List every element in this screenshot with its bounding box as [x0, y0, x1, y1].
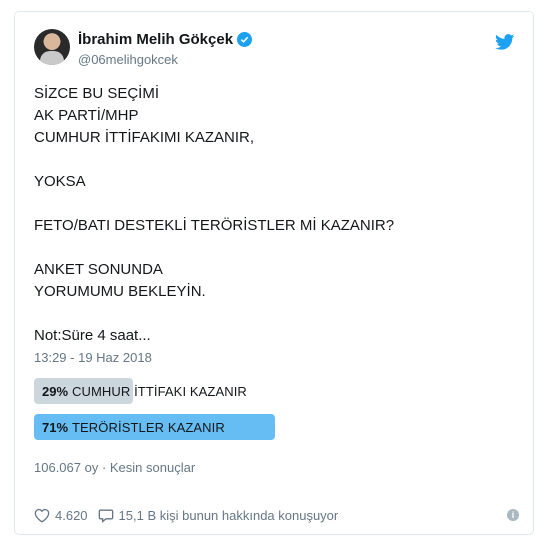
- poll: 29% CUMHUR İTTİFAKI KAZANIR 71% TERÖRİST…: [34, 378, 374, 450]
- author-handle[interactable]: @06melihgokcek: [78, 52, 178, 67]
- tweet-line: CUMHUR İTTİFAKIMI KAZANIR,: [34, 129, 255, 146]
- like-count: 4.620: [55, 508, 88, 523]
- twitter-bird-icon[interactable]: [495, 34, 515, 50]
- tweet-text: SİZCE BU SEÇİMİ AK PARTİ/MHP CUMHUR İTTİ…: [34, 84, 514, 348]
- conversation-button[interactable]: 15,1 B kişi bunun hakkında konuşuyor: [98, 508, 339, 523]
- avatar[interactable]: [34, 29, 70, 65]
- tweet-line: YOKSA: [34, 173, 86, 190]
- poll-stats: 106.067 oy · Kesin sonuçlar: [34, 460, 196, 475]
- talking-count: 15,1 B kişi bunun hakkında konuşuyor: [118, 508, 339, 523]
- heart-icon: [34, 508, 50, 523]
- tweet-card: İbrahim Melih Gökçek @06melihgokcek SİZC…: [14, 11, 534, 535]
- author-name-row[interactable]: İbrahim Melih Gökçek: [78, 31, 253, 48]
- tweet-actions: 4.620 15,1 B kişi bunun hakkında konuşuy…: [34, 508, 348, 523]
- poll-option-label: CUMHUR İTTİFAKI KAZANIR: [72, 383, 247, 399]
- author-display-name[interactable]: İbrahim Melih Gökçek: [78, 31, 233, 48]
- like-button[interactable]: 4.620: [34, 508, 88, 523]
- poll-percent: 29%: [42, 383, 69, 399]
- poll-option: 29% CUMHUR İTTİFAKI KAZANIR: [34, 378, 374, 404]
- comment-icon: [98, 509, 113, 523]
- tweet-timestamp[interactable]: 13:29 - 19 Haz 2018: [34, 350, 152, 365]
- tweet-line: FETO/BATI DESTEKLİ TERÖRİSTLER Mİ KAZANI…: [34, 217, 395, 234]
- tweet-line: SİZCE BU SEÇİMİ: [34, 85, 160, 102]
- tweet-line: AK PARTİ/MHP: [34, 107, 139, 124]
- tweet-line: YORUMUMU BEKLEYİN.: [34, 283, 206, 300]
- poll-option-label: TERÖRİSTLER KAZANIR: [72, 419, 225, 435]
- tweet-line: Not:Süre 4 saat...: [34, 327, 151, 344]
- poll-percent: 71%: [42, 419, 69, 435]
- verified-badge-icon: [237, 32, 253, 47]
- poll-option: 71% TERÖRİSTLER KAZANIR: [34, 414, 374, 440]
- tweet-line: ANKET SONUNDA: [34, 261, 163, 278]
- info-icon[interactable]: i: [507, 509, 519, 521]
